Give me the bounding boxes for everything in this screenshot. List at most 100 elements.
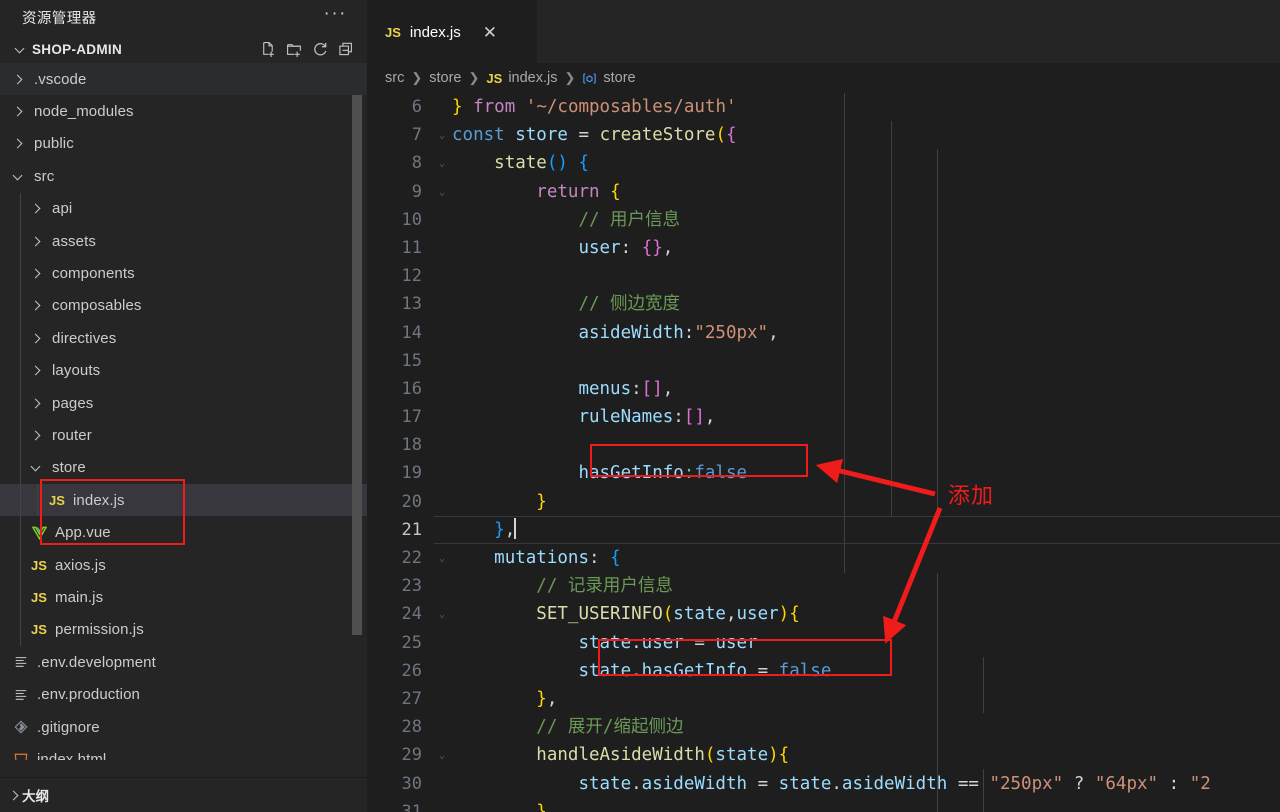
line-number: 11 — [401, 237, 422, 258]
tree-item-label: .gitignore — [37, 718, 100, 736]
code-line-7[interactable]: 7 ⌄ const store = createStore({ — [367, 121, 1280, 149]
breadcrumb-item-src[interactable]: src — [385, 70, 404, 86]
code-line-12[interactable]: 12 — [367, 262, 1280, 290]
tree-file--gitignore[interactable]: .gitignore — [0, 711, 367, 743]
code-line-31[interactable]: 31 }, — [367, 798, 1280, 812]
code-line-11[interactable]: 11 user: {}, — [367, 234, 1280, 262]
code-line-29[interactable]: 29 ⌄ handleAsideWidth(state){ — [367, 741, 1280, 769]
indent-guide — [20, 548, 21, 582]
breadcrumb-item-file[interactable]: index.js — [508, 70, 557, 86]
outline-panel-header[interactable]: 大纲 — [0, 777, 367, 812]
line-number: 20 — [401, 491, 422, 512]
code-text: state.hasGetInfo = false — [578, 660, 832, 681]
tree-folder--vscode[interactable]: .vscode — [0, 63, 367, 96]
new-folder-icon[interactable] — [286, 41, 303, 58]
tree-item-label: assets — [52, 232, 96, 250]
tree-item-label: .env.development — [37, 653, 156, 671]
fold-chevron-icon[interactable]: ⌄ — [434, 741, 450, 769]
collapse-all-icon[interactable] — [338, 41, 355, 58]
code-line-10[interactable]: 10 // 用户信息 — [367, 206, 1280, 234]
chevron-right-icon — [28, 427, 44, 443]
code-line-26[interactable]: 26 state.hasGetInfo = false — [367, 657, 1280, 685]
tree-folder-router[interactable]: router — [0, 419, 367, 452]
breadcrumb-item-store[interactable]: store — [429, 70, 461, 86]
line-number: 30 — [401, 773, 422, 794]
code-line-6[interactable]: 6} from '~/composables/auth' — [367, 93, 1280, 121]
project-section-header[interactable]: SHOP-ADMIN — [0, 35, 367, 63]
code-line-22[interactable]: 22 ⌄ mutations: { — [367, 544, 1280, 572]
tree-file-index-html[interactable]: index.html — [0, 743, 367, 760]
line-number: 25 — [401, 632, 422, 653]
file-tree[interactable]: .vscode node_modules public src api assets com… — [0, 63, 367, 760]
new-file-icon[interactable] — [260, 41, 277, 58]
indent-guide — [20, 192, 21, 225]
tree-file--env-development[interactable]: .env.development — [0, 646, 367, 678]
code-line-20[interactable]: 20 } — [367, 488, 1280, 516]
tree-folder-pages[interactable]: pages — [0, 386, 367, 420]
tree-folder-layouts[interactable]: layouts — [0, 354, 367, 387]
tree-file-permission-js[interactable]: JS permission.js — [0, 613, 367, 647]
tree-file-axios-js[interactable]: JS axios.js — [0, 548, 367, 582]
code-text: mutations: { — [494, 548, 621, 568]
code-text: }, — [536, 801, 558, 812]
tree-item-label: .vscode — [34, 70, 87, 88]
tree-folder-store[interactable]: store — [0, 451, 367, 485]
code-line-13[interactable]: 13 // 侧边宽度 — [367, 290, 1280, 318]
chevron-right-icon — [6, 787, 22, 803]
breadcrumb-item-symbol[interactable]: store — [603, 70, 635, 86]
tree-folder-composables[interactable]: composables — [0, 289, 367, 323]
explorer-sidebar: 资源管理器 ··· SHOP-ADMIN .vscode node_module… — [0, 0, 367, 812]
tree-file-app-vue[interactable]: App.vue — [0, 516, 367, 549]
symbol-variable-icon — [582, 71, 597, 86]
ellipsis-icon[interactable]: ··· — [320, 4, 351, 26]
annotation-label: 添加 — [948, 484, 995, 509]
fold-chevron-icon[interactable]: ⌄ — [434, 178, 450, 206]
tab-label: index.js — [409, 23, 461, 41]
code-text: ruleNames:[], — [578, 407, 716, 428]
chevron-right-icon: ❯ — [564, 70, 576, 85]
tree-folder-src[interactable]: src — [0, 160, 367, 192]
fold-chevron-icon[interactable]: ⌄ — [434, 600, 450, 628]
tree-file-index-js[interactable]: JS index.js — [0, 484, 367, 517]
close-icon[interactable]: ✕ — [483, 24, 497, 41]
js-file-icon: JS — [31, 589, 47, 605]
code-line-28[interactable]: 28 // 展开/缩起侧边 — [367, 713, 1280, 741]
tree-folder-node-modules[interactable]: node_modules — [0, 95, 367, 127]
code-line-30[interactable]: 30 state.asideWidth = state.asideWidth =… — [367, 770, 1280, 798]
tree-file-main-js[interactable]: JS main.js — [0, 581, 367, 614]
refresh-icon[interactable] — [312, 41, 329, 58]
tree-file--env-production[interactable]: .env.production — [0, 678, 367, 710]
tree-item-label: directives — [52, 329, 117, 347]
code-line-27[interactable]: 27 }, — [367, 685, 1280, 713]
code-line-8[interactable]: 8 ⌄ state() { — [367, 149, 1280, 177]
code-content[interactable]: 6} from '~/composables/auth' 7 ⌄ const stor… — [367, 93, 1280, 812]
tree-folder-directives[interactable]: directives — [0, 322, 367, 355]
tree-folder-public[interactable]: public — [0, 128, 367, 160]
code-line-19[interactable]: 19 hasGetInfo:false — [367, 459, 1280, 487]
code-line-18[interactable]: 18 — [367, 431, 1280, 459]
line-number: 15 — [401, 350, 422, 371]
code-text: state.user = user — [578, 632, 758, 653]
fold-chevron-icon[interactable]: ⌄ — [434, 149, 450, 177]
tree-folder-components[interactable]: components — [0, 257, 367, 290]
code-line-17[interactable]: 17 ruleNames:[], — [367, 403, 1280, 431]
code-text: hasGetInfo:false — [578, 463, 748, 484]
sidebar-scrollbar[interactable] — [352, 95, 362, 635]
tree-item-label: permission.js — [55, 621, 144, 639]
code-line-25[interactable]: 25 state.user = user — [367, 629, 1280, 657]
code-line-9[interactable]: 9 ⌄ return { — [367, 178, 1280, 206]
tab-index-js[interactable]: JS index.js ✕ — [367, 0, 537, 63]
fold-chevron-icon[interactable]: ⌄ — [434, 544, 450, 572]
code-line-23[interactable]: 23 // 记录用户信息 — [367, 572, 1280, 600]
code-line-21[interactable]: 21 }, — [367, 515, 1280, 545]
code-line-14[interactable]: 14 asideWidth:"250px", — [367, 319, 1280, 347]
explorer-title: 资源管理器 — [22, 11, 97, 27]
code-line-24[interactable]: 24 ⌄ SET_USERINFO(state,user){ — [367, 600, 1280, 628]
code-line-16[interactable]: 16 menus:[], — [367, 375, 1280, 403]
tree-folder-api[interactable]: api — [0, 192, 367, 225]
code-line-15[interactable]: 15 — [367, 347, 1280, 375]
tree-folder-assets[interactable]: assets — [0, 224, 367, 258]
tree-item-label: axios.js — [55, 556, 106, 574]
fold-chevron-icon[interactable]: ⌄ — [434, 121, 450, 149]
vue-file-icon — [28, 526, 50, 540]
